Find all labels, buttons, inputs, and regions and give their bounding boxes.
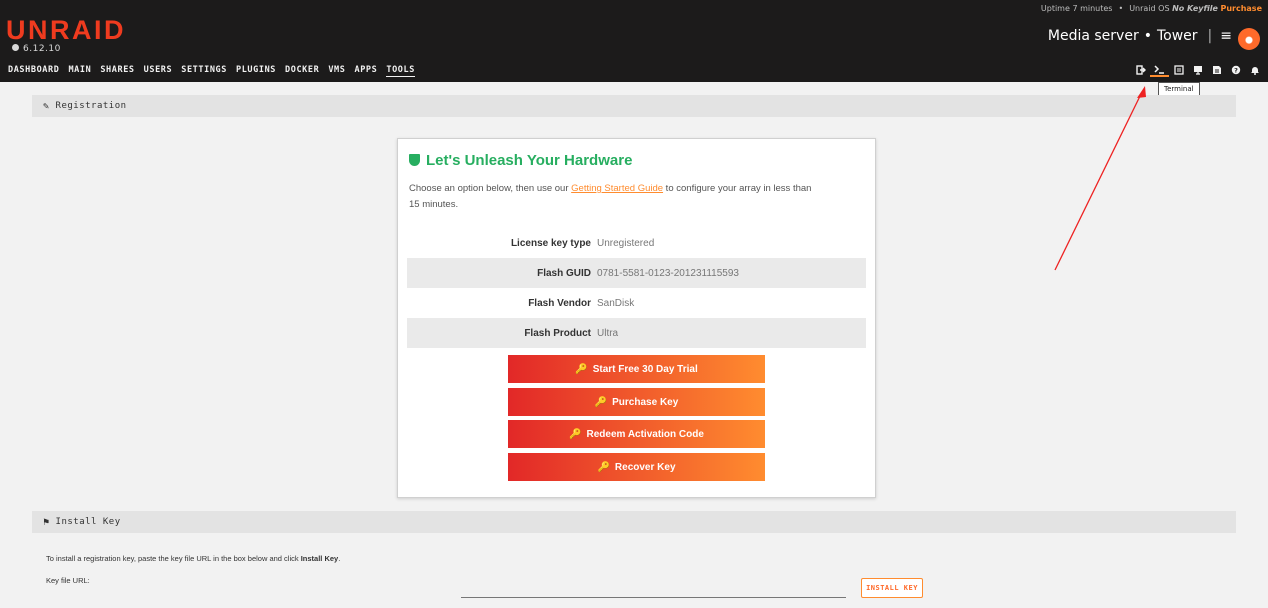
terminal-icon[interactable] [1150, 63, 1169, 77]
nav-main[interactable]: MAIN [68, 65, 91, 75]
redeem-activation-code-button[interactable]: 🔑 Redeem Activation Code [508, 420, 765, 448]
nav-users[interactable]: USERS [144, 65, 173, 75]
nav-plugins[interactable]: PLUGINS [236, 65, 276, 75]
unraid-logo[interactable]: UNRAID [6, 15, 126, 46]
hamburger-menu-icon[interactable]: ≡ [1220, 28, 1232, 44]
avatar[interactable] [1238, 28, 1260, 50]
key-icon: 🔑 [594, 396, 608, 408]
install-key-section-header: ⚑ Install Key [32, 511, 1236, 533]
getting-started-guide-link[interactable]: Getting Started Guide [571, 183, 663, 194]
purchase-link[interactable]: Purchase [1220, 4, 1262, 13]
shield-icon [409, 154, 420, 166]
nav-docker[interactable]: DOCKER [285, 65, 319, 75]
os-label: Unraid OS [1129, 4, 1170, 13]
notifications-icon[interactable] [1245, 63, 1264, 77]
nav-shares[interactable]: SHARES [100, 65, 134, 75]
nav-dashboard[interactable]: DASHBOARD [8, 65, 59, 75]
key-icon: 🔑 [597, 461, 610, 473]
keyfile-url-input[interactable] [461, 581, 846, 598]
flash-product-row: Flash Product Ultra [407, 318, 866, 348]
purchase-key-button[interactable]: 🔑 Purchase Key [508, 388, 765, 416]
top-status: Uptime 7 minutes • Unraid OS No Keyfile Pu… [1040, 4, 1262, 13]
install-key-button[interactable]: INSTALL KEY [861, 578, 923, 598]
card-title: Let's Unleash Your Hardware [409, 152, 632, 169]
registration-section-header: ✎ Registration [32, 95, 1236, 117]
nav-settings[interactable]: SETTINGS [181, 65, 227, 75]
flag-icon: ⚑ [43, 516, 50, 528]
nav-tools[interactable]: TOOLS [386, 65, 415, 77]
install-instructions: To install a registration key, paste the… [46, 554, 341, 563]
version: 6.12.10 [12, 44, 61, 54]
header: UNRAID 6.12.10 Uptime 7 minutes • Unraid O… [0, 0, 1268, 82]
log-icon[interactable] [1207, 63, 1226, 77]
svg-text:?: ? [1234, 67, 1238, 75]
nav-vms[interactable]: VMS [328, 65, 345, 75]
header-icons: ? [1131, 63, 1264, 77]
nav-apps[interactable]: APPS [355, 65, 378, 75]
license-key-type-row: License key type Unregistered [510, 237, 655, 249]
monitor-icon[interactable] [1188, 63, 1207, 77]
terminal-tooltip: Terminal [1158, 82, 1200, 96]
server-info: Media server • Tower | ≡ [1047, 28, 1232, 44]
main-nav: DASHBOARD MAIN SHARES USERS SETTINGS PLUGINS D… [8, 65, 424, 77]
key-icon: 🔑 [569, 428, 582, 440]
start-trial-button[interactable]: 🔑 Start Free 30 Day Trial [508, 355, 765, 383]
key-icon: 🔑 [575, 363, 588, 375]
keyfile-url-label: Key file URL: [46, 576, 90, 585]
pencil-icon: ✎ [43, 100, 50, 112]
server-name[interactable]: Tower [1157, 28, 1198, 44]
registration-card: Let's Unleash Your Hardware Choose an op… [397, 138, 876, 498]
feedback-icon[interactable] [1169, 63, 1188, 77]
help-icon[interactable]: ? [1226, 63, 1245, 77]
card-description: Choose an option below, then use our Get… [409, 183, 812, 210]
logout-icon[interactable] [1131, 63, 1150, 77]
flash-guid-row: Flash GUID 0781-5581-0123-201231115593 [407, 258, 866, 288]
recover-key-button[interactable]: 🔑 Recover Key [508, 453, 765, 481]
flash-vendor-row: Flash Vendor SanDisk [528, 297, 635, 309]
info-icon [12, 44, 19, 51]
no-keyfile: No Keyfile [1172, 4, 1218, 13]
uptime: Uptime 7 minutes [1040, 4, 1113, 13]
server-description: Media server [1047, 28, 1139, 44]
